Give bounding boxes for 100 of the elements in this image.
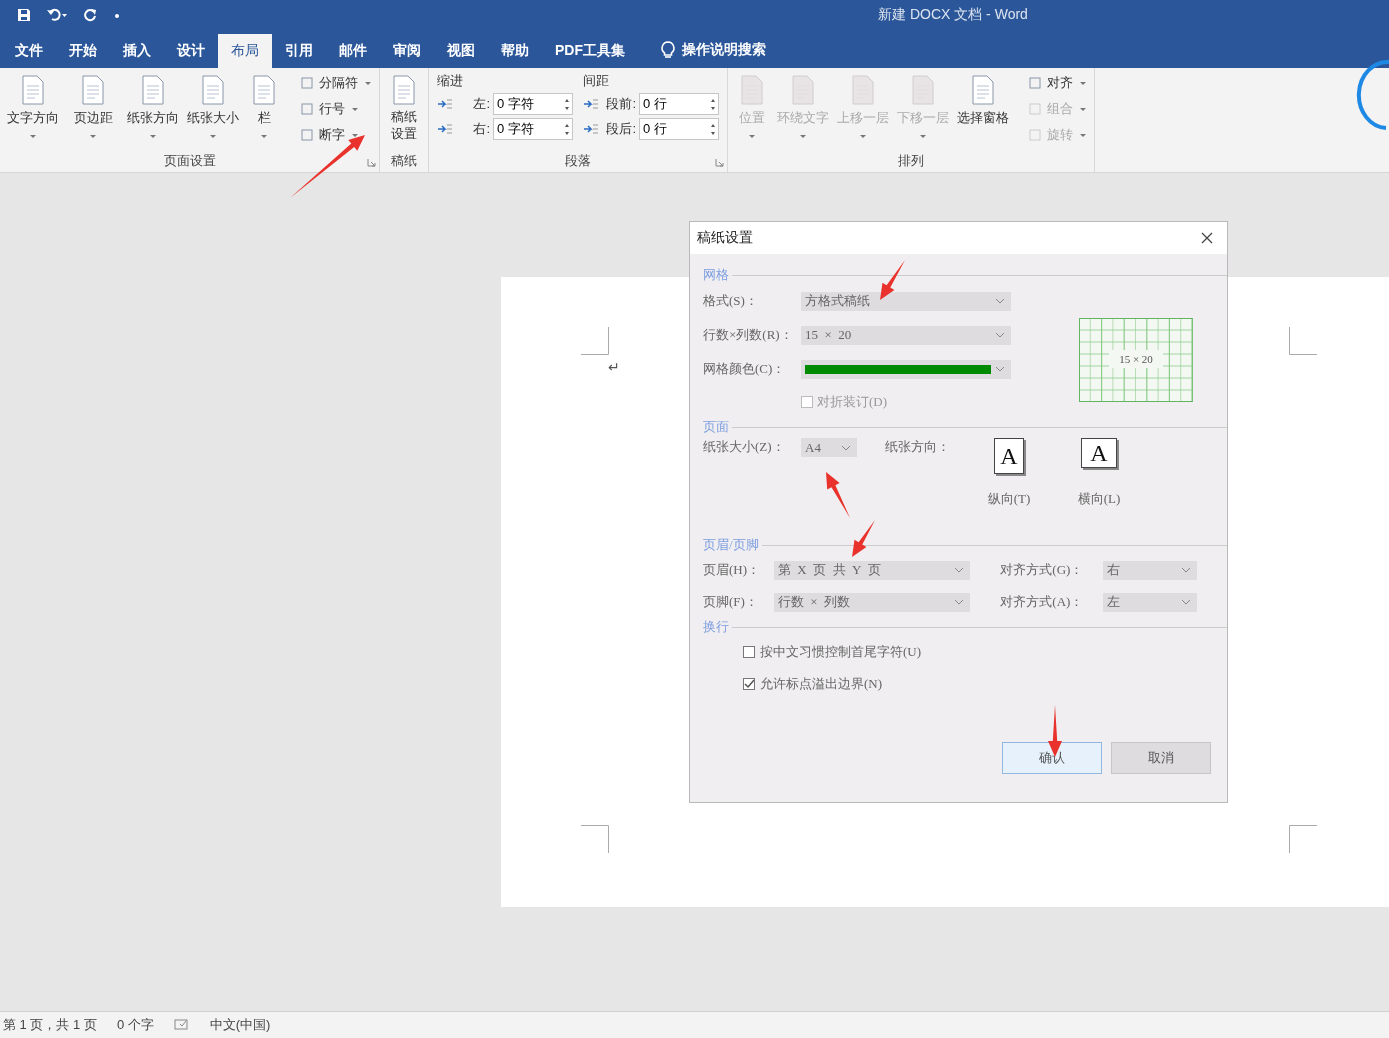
spin-field[interactable]: 0 行: [639, 93, 719, 115]
corner-mark: [1289, 327, 1317, 355]
square-icon: [300, 102, 314, 116]
square-icon: [300, 128, 314, 142]
corner-mark: [581, 327, 609, 355]
checkbox[interactable]: [743, 678, 755, 690]
square-icon: [1028, 128, 1042, 142]
grid-preview: 15 × 20: [1079, 318, 1193, 402]
ribbon-button[interactable]: 选择窗格: [954, 72, 1012, 152]
dialog-launcher-icon[interactable]: [367, 158, 376, 167]
corner-mark: [1289, 825, 1317, 853]
square-icon: [1028, 76, 1042, 90]
field-label: 段前:: [605, 95, 636, 113]
ribbon-tab[interactable]: 布局: [218, 34, 272, 68]
chevron-down-icon: [995, 366, 1005, 372]
page-count[interactable]: 第 1 页，共 1 页: [3, 1016, 97, 1034]
ribbon-button[interactable]: 纸张大小: [184, 72, 242, 152]
field-label: 段后:: [605, 120, 636, 138]
checkbox-label: 对折装订(D): [817, 393, 888, 411]
field-label: 页脚(F)：: [703, 593, 759, 611]
ribbon-button[interactable]: 栏: [244, 72, 284, 152]
redo-icon[interactable]: [82, 7, 98, 23]
checkbox-label: 允许标点溢出边界(N): [760, 675, 883, 693]
ribbon-tab[interactable]: PDF工具集: [542, 34, 638, 68]
size-dropdown[interactable]: 15 × 20: [801, 325, 1011, 345]
orientation-option[interactable]: A 横向(L): [1059, 438, 1143, 512]
section-legend: 页面: [703, 418, 729, 436]
chevron-down-icon: [995, 332, 1005, 338]
spacing-icon: [583, 97, 599, 111]
ribbon-button[interactable]: 稿纸设置: [384, 72, 424, 152]
field-label: 页眉(H)：: [703, 561, 762, 579]
spacing-icon: [437, 122, 453, 136]
close-icon[interactable]: [1201, 232, 1213, 244]
tell-me-search[interactable]: 操作说明搜索: [682, 41, 766, 68]
field-label: 对齐方式(A)：: [1000, 593, 1085, 611]
ribbon-tab[interactable]: 开始: [56, 34, 110, 68]
spin-field[interactable]: 0 行: [639, 118, 719, 140]
chevron-down-icon: [954, 599, 965, 605]
checkbox[interactable]: [743, 646, 755, 658]
format-dropdown[interactable]: 方格式稿纸: [801, 291, 1011, 311]
spin-field[interactable]: 0 字符: [493, 93, 573, 115]
ribbon-tab[interactable]: 文件: [2, 34, 56, 68]
alignment-dropdown[interactable]: 右: [1102, 560, 1197, 580]
ribbon-button[interactable]: 页边距: [64, 72, 122, 152]
section-legend: 换行: [703, 618, 729, 636]
section-label: 间距: [583, 72, 610, 90]
section-label: 缩进: [437, 72, 464, 90]
spacing-icon: [437, 97, 453, 111]
paragraph-mark: ↵: [608, 359, 620, 375]
cancel-button[interactable]: 取消: [1111, 742, 1211, 774]
chevron-down-icon: [1181, 599, 1191, 605]
ribbon-tab[interactable]: 审阅: [380, 34, 434, 68]
field-label: 行数×列数(R)：: [703, 326, 794, 344]
ribbon-tab[interactable]: 视图: [434, 34, 488, 68]
field-label: 右:: [472, 120, 490, 138]
group-label: 段落: [565, 153, 591, 168]
dialog-title: 稿纸设置: [697, 229, 753, 247]
corner-mark: [581, 825, 609, 853]
ribbon-tab[interactable]: 引用: [272, 34, 326, 68]
field-label: 对齐方式(G)：: [1000, 561, 1085, 579]
group-label: 排列: [898, 153, 924, 168]
group-label: 页面设置: [163, 153, 216, 168]
circle-outline: [1356, 60, 1389, 130]
ribbon-button[interactable]: 文字方向: [4, 72, 62, 152]
paper-size-dropdown[interactable]: A4: [801, 438, 857, 457]
annotation-arrow: [852, 520, 875, 557]
spin-field[interactable]: 0 字符: [493, 118, 573, 140]
section-legend: 页眉/页脚: [703, 536, 759, 554]
ribbon-button[interactable]: 行号: [296, 98, 375, 120]
word-count[interactable]: 0 个字: [116, 1016, 154, 1034]
section-legend: 网格: [703, 266, 729, 284]
chevron-down-icon: [841, 444, 851, 451]
field-label: 纸张方向：: [885, 438, 951, 456]
color-dropdown[interactable]: [801, 359, 1011, 379]
window-title: 新建 DOCX 文档 - Word: [878, 6, 1028, 24]
annotation-arrow: [880, 260, 905, 300]
group-label: 稿纸: [391, 153, 417, 168]
dialog-launcher-icon[interactable]: [715, 158, 724, 167]
chevron-down-icon: [954, 567, 965, 573]
square-icon: [1028, 102, 1042, 116]
spacing-icon: [583, 122, 599, 136]
alignment-dropdown[interactable]: 左: [1102, 592, 1197, 612]
text-dropdown[interactable]: 行数 × 列数: [773, 592, 971, 612]
ribbon-tab[interactable]: 帮助: [488, 34, 542, 68]
field-label: 纸张大小(Z)：: [703, 438, 786, 456]
undo-icon[interactable]: [46, 7, 68, 23]
field-label: 网格颜色(C)：: [703, 360, 787, 378]
ribbon-tab[interactable]: 邮件: [326, 34, 380, 68]
ribbon-tab[interactable]: 设计: [164, 34, 218, 68]
field-label: 左:: [472, 95, 490, 113]
chevron-down-icon: [1181, 567, 1191, 573]
text-dropdown[interactable]: 第 X 页 共 Y 页: [773, 560, 971, 580]
ribbon-button[interactable]: 对齐: [1024, 72, 1090, 94]
ribbon-button[interactable]: 分隔符: [296, 72, 375, 94]
language-status[interactable]: 中文(中国): [209, 1016, 271, 1034]
orientation-option[interactable]: A 纵向(T): [969, 438, 1053, 512]
lightbulb-icon[interactable]: [660, 40, 676, 60]
ribbon-tab[interactable]: 插入: [110, 34, 164, 68]
save-icon[interactable]: [16, 7, 32, 23]
ribbon-button[interactable]: 纸张方向: [124, 72, 182, 152]
